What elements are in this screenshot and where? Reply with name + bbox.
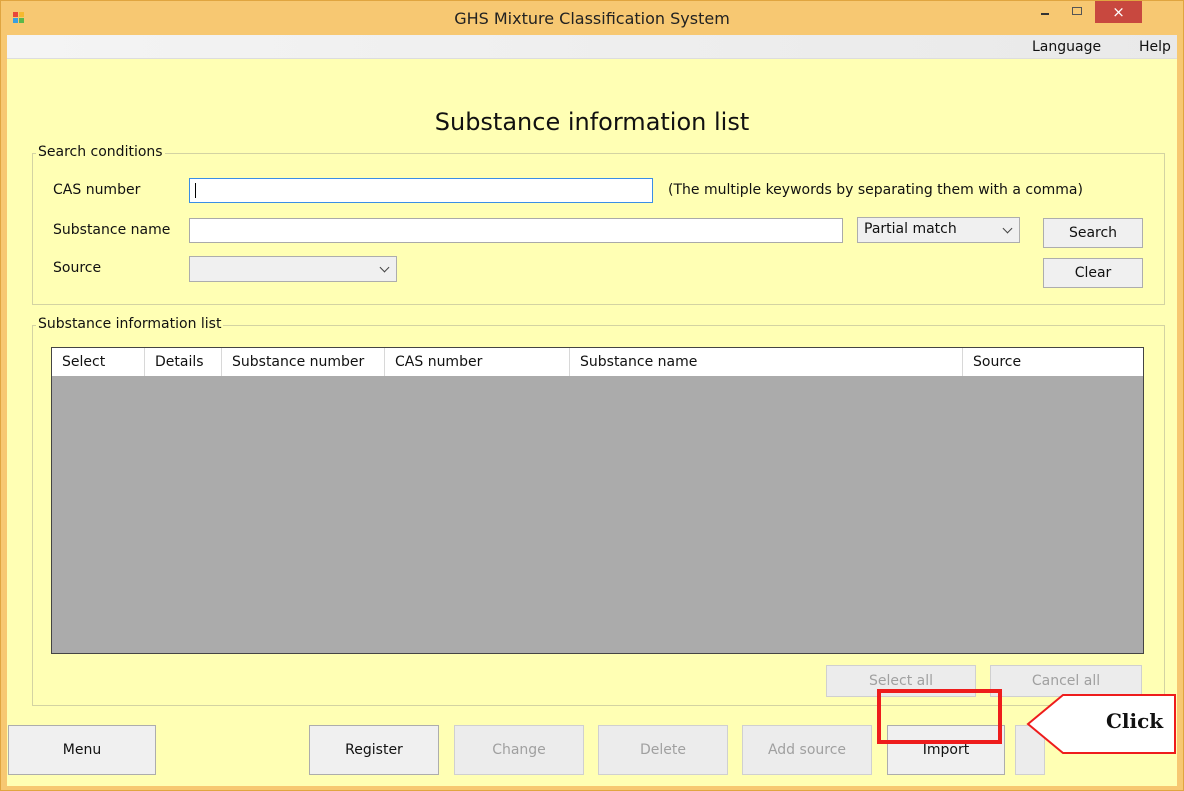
delete-button[interactable]: Delete (598, 725, 728, 775)
maximize-button[interactable] (1064, 1, 1090, 23)
window-title: GHS Mixture Classification System (454, 9, 730, 28)
substance-name-label: Substance name (53, 222, 171, 238)
column-header-source[interactable]: Source (963, 348, 1143, 376)
substance-name-input[interactable] (189, 218, 843, 243)
change-button[interactable]: Change (454, 725, 584, 775)
chevron-down-icon (379, 262, 390, 273)
column-header-details[interactable]: Details (145, 348, 222, 376)
client-area: Language Help Substance information list… (7, 35, 1177, 786)
match-mode-value: Partial match (864, 221, 957, 237)
minimize-icon (1041, 13, 1049, 15)
close-button[interactable]: × (1095, 1, 1142, 23)
minimize-button[interactable] (1032, 1, 1058, 23)
search-button[interactable]: Search (1043, 218, 1143, 248)
cas-number-input[interactable] (189, 178, 653, 203)
substance-list-legend: Substance information list (36, 316, 224, 332)
substance-grid[interactable]: Select Details Substance number CAS numb… (51, 347, 1144, 654)
source-select[interactable] (189, 256, 397, 282)
search-conditions-legend: Search conditions (36, 144, 165, 160)
title-bar[interactable]: GHS Mixture Classification System × (1, 1, 1183, 35)
import-highlight-box (877, 689, 1002, 744)
menu-help[interactable]: Help (1139, 39, 1171, 55)
menu-bar: Language Help (7, 35, 1177, 59)
chevron-down-icon (1002, 223, 1013, 234)
app-window: GHS Mixture Classification System × Lang… (0, 0, 1184, 791)
column-header-cas-number[interactable]: CAS number (385, 348, 570, 376)
match-mode-select[interactable]: Partial match (857, 217, 1020, 243)
maximize-icon (1072, 7, 1082, 15)
close-icon: × (1112, 3, 1125, 21)
menu-button[interactable]: Menu (8, 725, 156, 775)
clear-button[interactable]: Clear (1043, 258, 1143, 288)
cas-number-hint: (The multiple keywords by separating the… (668, 182, 1083, 198)
column-header-substance-number[interactable]: Substance number (222, 348, 385, 376)
grid-header: Select Details Substance number CAS numb… (52, 348, 1143, 376)
text-caret (195, 183, 196, 198)
menu-language[interactable]: Language (1032, 39, 1101, 55)
source-label: Source (53, 260, 102, 276)
add-source-button[interactable]: Add source (742, 725, 872, 775)
column-header-substance-name[interactable]: Substance name (570, 348, 963, 376)
cancel-all-button[interactable]: Cancel all (990, 665, 1142, 697)
page-title: Substance information list (434, 108, 750, 136)
cas-number-label: CAS number (53, 182, 141, 198)
register-button[interactable]: Register (309, 725, 439, 775)
click-callout-label: Click (1106, 709, 1164, 733)
column-header-select[interactable]: Select (52, 348, 145, 376)
